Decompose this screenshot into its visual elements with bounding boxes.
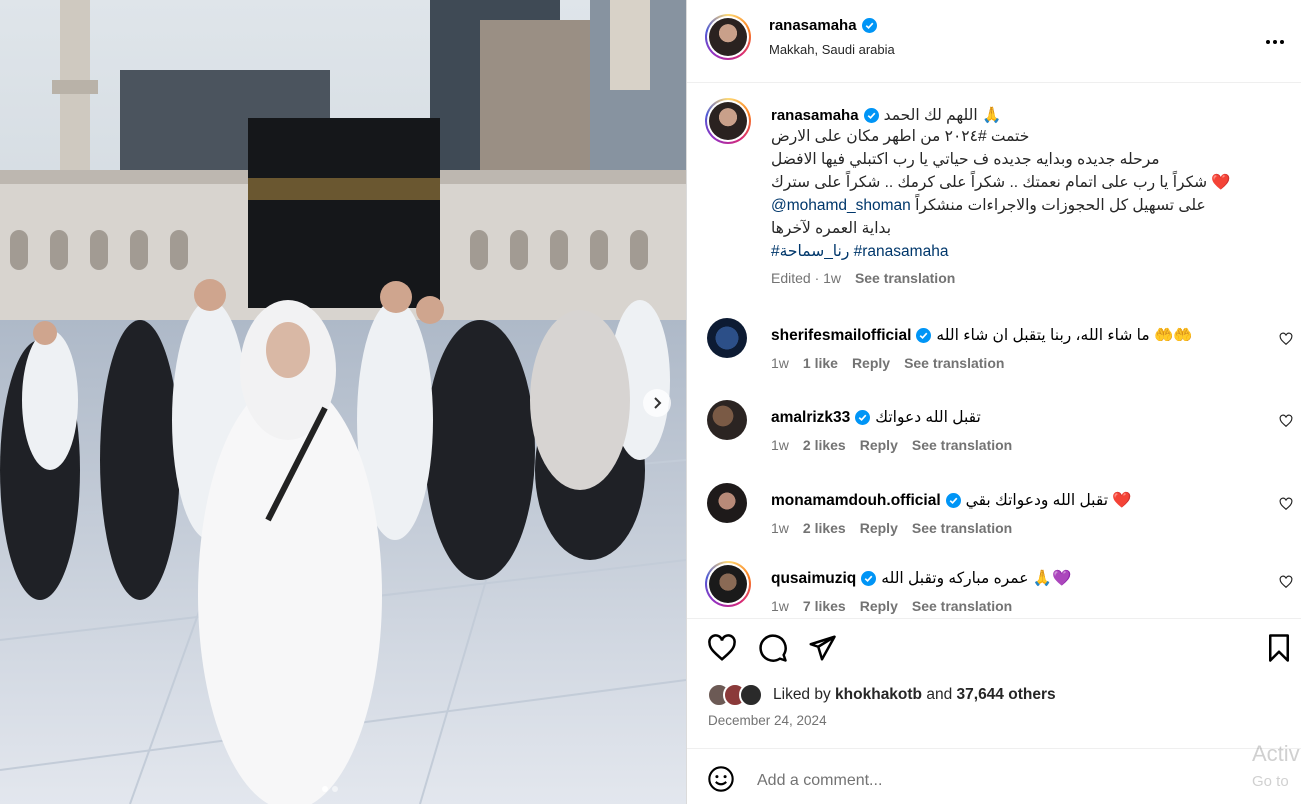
- comment-text: ما شاء الله، ربنا يتقبل ان شاء الله 🤲🤲: [936, 327, 1193, 344]
- activate-watermark-line1: Activ: [1252, 741, 1300, 766]
- comment-text: تقبل الله دعواتك: [875, 409, 981, 426]
- verified-badge-icon: [861, 18, 877, 33]
- likes-summary: Liked by khokhakotb and 37,644 others: [707, 683, 1056, 707]
- carousel-dots: [322, 786, 338, 792]
- verified-badge-icon: [863, 108, 879, 123]
- comment-text: تقبل الله ودعواتك بقي ❤️: [965, 492, 1132, 509]
- post-photo[interactable]: [0, 0, 686, 804]
- comment-see-translation[interactable]: See translation: [912, 520, 1012, 536]
- commenter-avatar[interactable]: [707, 483, 747, 523]
- post-side-panel: ranasamaha Makkah, Saudi arabia ranasama…: [686, 0, 1301, 804]
- caption-line-3: مرحله جديده وبدايه جديده ف حياتي يا رب ا…: [771, 151, 1160, 168]
- comment-like-heart-icon[interactable]: [1279, 414, 1293, 428]
- caption-mention[interactable]: @mohamd_shoman: [771, 197, 911, 214]
- comment-time: 1w: [771, 520, 789, 536]
- commenter-avatar[interactable]: [707, 400, 747, 440]
- comment-username[interactable]: monamamdouh.official: [771, 492, 941, 510]
- post-actions-bar: [687, 618, 1301, 678]
- carousel-dot: [332, 786, 338, 792]
- caption-avatar[interactable]: [705, 98, 751, 144]
- author-avatar[interactable]: [705, 14, 751, 60]
- caption-line-4: شكراً يا رب على اتمام نعمتك .. شكراً على…: [771, 174, 1231, 191]
- comment-reply-button[interactable]: Reply: [860, 520, 898, 536]
- comment-bubble-icon[interactable]: [758, 633, 788, 663]
- comment-like-heart-icon[interactable]: [1279, 575, 1293, 589]
- comment-reply-button[interactable]: Reply: [860, 437, 898, 453]
- liker-avatar: [739, 683, 763, 707]
- comment-time: 1w: [771, 598, 789, 614]
- more-options-button[interactable]: [1265, 28, 1285, 51]
- commenter-avatar[interactable]: [705, 561, 751, 607]
- activate-watermark-line2: Go to: [1252, 773, 1289, 790]
- comment-time: 1w: [771, 437, 789, 453]
- save-bookmark-icon[interactable]: [1264, 633, 1294, 663]
- chevron-right-icon: [654, 397, 662, 409]
- more-dots-icon: [1266, 40, 1284, 44]
- share-paper-plane-icon[interactable]: [807, 633, 837, 663]
- comment-username[interactable]: qusaimuziq: [771, 570, 856, 588]
- comment-likes[interactable]: 1 like: [803, 355, 838, 371]
- carousel-next-button[interactable]: [643, 389, 671, 417]
- comment-username[interactable]: sherifesmailofficial: [771, 327, 911, 345]
- comment-item: amalrizk33 تقبل الله دعواتك 1w 2 likes R…: [687, 400, 1301, 480]
- likes-text: Liked by khokhakotb and 37,644 others: [773, 686, 1056, 703]
- caption-username[interactable]: ranasamaha: [771, 107, 859, 124]
- caption-edited-time: Edited · 1w: [771, 270, 842, 286]
- post-date[interactable]: December 24, 2024: [708, 713, 827, 728]
- commenter-avatar[interactable]: [707, 318, 747, 358]
- add-comment-bar: [687, 748, 1301, 804]
- comment-likes[interactable]: 2 likes: [803, 520, 846, 536]
- comment-like-heart-icon[interactable]: [1279, 497, 1293, 511]
- verified-badge-icon: [916, 328, 932, 343]
- comment-see-translation[interactable]: See translation: [912, 598, 1012, 614]
- post-location[interactable]: Makkah, Saudi arabia: [769, 42, 895, 57]
- comment-item: sherifesmailofficial ما شاء الله، ربنا ي…: [687, 318, 1301, 398]
- caption-line-6: بداية العمره لآخرها: [771, 220, 892, 237]
- caption-see-translation[interactable]: See translation: [855, 270, 955, 286]
- verified-badge-icon: [945, 493, 961, 508]
- caption-line-5: @mohamd_shoman على تسهيل كل الحجوزات وال…: [771, 197, 1206, 214]
- post-header: ranasamaha Makkah, Saudi arabia: [687, 0, 1301, 83]
- photo-scene: [0, 0, 686, 804]
- verified-badge-icon: [855, 410, 871, 425]
- comment-reply-button[interactable]: Reply: [852, 355, 890, 371]
- comment-time: 1w: [771, 355, 789, 371]
- likes-others-link[interactable]: 37,644 others: [957, 686, 1056, 703]
- comment-likes[interactable]: 7 likes: [803, 598, 846, 614]
- comment-likes[interactable]: 2 likes: [803, 437, 846, 453]
- emoji-icon[interactable]: [707, 765, 735, 793]
- comment-see-translation[interactable]: See translation: [912, 437, 1012, 453]
- liker-username[interactable]: khokhakotb: [835, 686, 922, 703]
- add-comment-input[interactable]: [757, 767, 1177, 795]
- comment-like-heart-icon[interactable]: [1279, 332, 1293, 346]
- comment-text: عمره مباركه وتقبل الله 🙏💜: [881, 570, 1072, 587]
- caption-line-1: اللهم لك الحمد 🙏: [883, 107, 1002, 124]
- like-heart-icon[interactable]: [707, 633, 737, 663]
- carousel-dot-active: [322, 786, 328, 792]
- verified-badge-icon: [861, 571, 877, 586]
- comment-reply-button[interactable]: Reply: [860, 598, 898, 614]
- caption-line-2: ختمت #٢٠٢٤ من اطهر مكان على الارض: [771, 128, 1030, 145]
- comment-see-translation[interactable]: See translation: [904, 355, 1004, 371]
- caption-hashtags[interactable]: #رنا_سماحة #ranasamaha: [771, 242, 948, 261]
- comment-item: monamamdouh.official تقبل الله ودعواتك ب…: [687, 483, 1301, 563]
- comment-username[interactable]: amalrizk33: [771, 409, 850, 427]
- author-username[interactable]: ranasamaha: [769, 17, 857, 34]
